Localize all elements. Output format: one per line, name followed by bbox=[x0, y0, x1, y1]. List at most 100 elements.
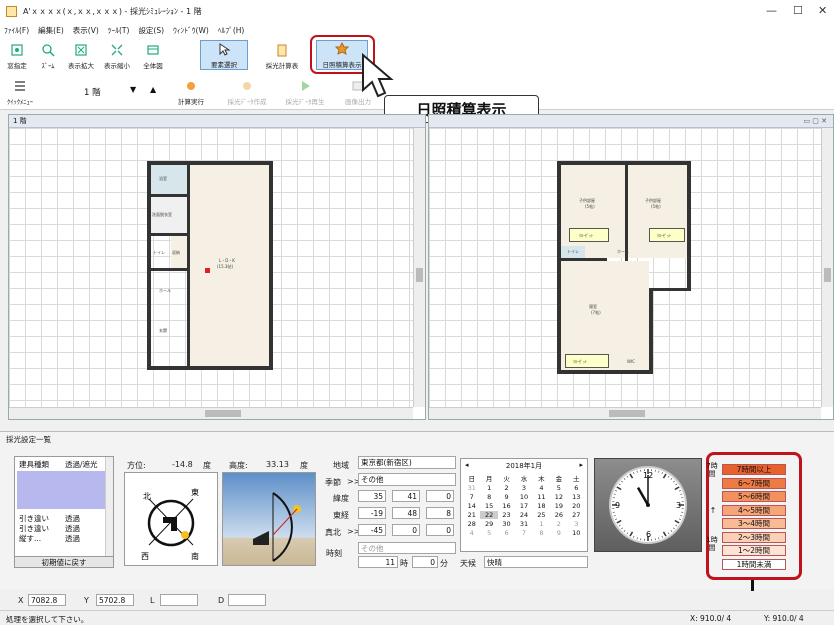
calendar[interactable]: 2018年1月 ◂ ▸ 日月火水木金土 31 1 2 3 4 5 6 7 8 9 10 11 12 13 14… bbox=[460, 458, 588, 552]
calendar-day[interactable]: 28 bbox=[463, 520, 480, 528]
left-horizontal-scrollbar[interactable] bbox=[9, 407, 413, 419]
calendar-day[interactable]: 9 bbox=[550, 529, 567, 537]
selected-rows[interactable] bbox=[17, 471, 105, 509]
right-plan-canvas[interactable]: 子供部屋 (5帖) 子供部屋 (5帖) ｸﾛｰｾﾞｯﾄ ｸﾛｰｾﾞｯﾄ トイレ … bbox=[429, 128, 821, 407]
menu-window[interactable]: ｳｨﾝﾄﾞｳ(W) bbox=[173, 25, 209, 36]
season-select[interactable]: その他 bbox=[358, 473, 456, 486]
calendar-day[interactable]: 21 bbox=[463, 511, 480, 519]
calendar-day[interactable]: 11 bbox=[533, 493, 550, 501]
calculate-button[interactable]: 計算実行 bbox=[174, 78, 208, 106]
calendar-day[interactable]: 31 bbox=[515, 520, 532, 528]
calendar-day[interactable]: 18 bbox=[533, 502, 550, 510]
left-vertical-scrollbar[interactable] bbox=[413, 128, 425, 407]
right-floor-view[interactable]: ▭ ▢ ✕ 子供部屋 (5帖) 子供部屋 (5帖) ｸﾛｰｾﾞｯﾄ ｸﾛｰｾﾞｯ… bbox=[428, 114, 834, 420]
time-minute[interactable]: 0 bbox=[412, 556, 438, 568]
reset-button[interactable]: 初期値に戻す bbox=[14, 556, 114, 568]
calendar-day[interactable]: 7 bbox=[463, 493, 480, 501]
longitude-min[interactable]: 48 bbox=[392, 507, 420, 519]
calendar-day[interactable]: 22 bbox=[480, 511, 498, 519]
calendar-day[interactable]: 23 bbox=[498, 511, 515, 519]
calendar-day[interactable]: 14 bbox=[463, 502, 480, 510]
calendar-day[interactable]: 30 bbox=[498, 520, 515, 528]
window-select-button[interactable]: 窓指定 bbox=[4, 42, 30, 70]
calendar-day[interactable]: 10 bbox=[515, 493, 532, 501]
menu-tools[interactable]: ﾂｰﾙ(T) bbox=[108, 25, 130, 36]
menu-settings[interactable]: 設定(S) bbox=[138, 25, 164, 36]
calendar-day[interactable]: 13 bbox=[568, 493, 585, 501]
zoom-in-button[interactable]: 表示拡大 bbox=[64, 42, 98, 70]
calendar-day[interactable]: 31 bbox=[463, 484, 480, 492]
table-cell[interactable]: 透過 bbox=[65, 533, 80, 544]
calendar-day[interactable]: 1 bbox=[533, 520, 550, 528]
y-coord-field[interactable]: 5702.8 bbox=[96, 594, 134, 606]
calendar-day[interactable]: 19 bbox=[550, 502, 567, 510]
calendar-day[interactable]: 4 bbox=[463, 529, 480, 537]
region-select[interactable]: 東京都(新宿区) bbox=[358, 456, 456, 469]
pane-window-controls[interactable]: ▭ ▢ ✕ bbox=[803, 117, 827, 125]
x-coord-field[interactable]: 7082.8 bbox=[28, 594, 66, 606]
calendar-day[interactable]: 2 bbox=[550, 520, 567, 528]
menu-help[interactable]: ﾍﾙﾌﾟ(H) bbox=[218, 25, 245, 36]
latitude-sec[interactable]: 0 bbox=[426, 490, 454, 502]
length-field[interactable] bbox=[160, 594, 198, 606]
calendar-day[interactable]: 5 bbox=[480, 529, 497, 537]
calendar-day[interactable]: 8 bbox=[480, 493, 497, 501]
north-min[interactable]: 0 bbox=[392, 524, 420, 536]
floor-up-button[interactable]: ▲ bbox=[150, 85, 156, 94]
calendar-day[interactable]: 3 bbox=[568, 520, 585, 528]
menu-file[interactable]: ﾌｧｲﾙ(F) bbox=[4, 25, 29, 36]
maximize-button[interactable]: ☐ bbox=[793, 4, 803, 17]
north-deg[interactable]: -45 bbox=[358, 524, 386, 536]
daylight-table-button[interactable]: 採光計算表 bbox=[260, 42, 304, 70]
calendar-day[interactable]: 4 bbox=[533, 484, 550, 492]
calendar-day[interactable]: 9 bbox=[498, 493, 515, 501]
weather-select[interactable]: 快晴 bbox=[484, 556, 588, 568]
fitting-table[interactable]: 建具種類 透過/遮光 引き違い 透過 引き違い 透過 縦す... 透過 bbox=[14, 456, 114, 566]
menu-view[interactable]: 表示(V) bbox=[73, 25, 99, 36]
left-plan-canvas[interactable]: 浴室 洗面脱衣室 トイレ 収納 ホール 玄関 L・D・K (15.3帖) bbox=[9, 128, 413, 407]
calendar-day[interactable]: 27 bbox=[568, 511, 585, 519]
longitude-deg[interactable]: -19 bbox=[358, 507, 386, 519]
calendar-day[interactable]: 6 bbox=[498, 529, 515, 537]
calendar-day[interactable]: 8 bbox=[533, 529, 550, 537]
create-data-button[interactable]: 採光ﾃﾞｰﾀ作成 bbox=[222, 78, 272, 106]
calendar-day[interactable]: 26 bbox=[550, 511, 567, 519]
time-select[interactable]: その他 bbox=[358, 542, 456, 554]
calendar-day[interactable]: 10 bbox=[568, 529, 585, 537]
north-sec[interactable]: 0 bbox=[426, 524, 454, 536]
calendar-day[interactable]: 17 bbox=[515, 502, 532, 510]
table-scrollbar[interactable] bbox=[105, 457, 113, 565]
calendar-day[interactable]: 12 bbox=[550, 493, 567, 501]
right-vertical-scrollbar[interactable] bbox=[821, 128, 833, 407]
quick-menu-button[interactable]: ｸｲｯｸﾒﾆｭｰ bbox=[4, 78, 36, 106]
distance-field[interactable] bbox=[228, 594, 266, 606]
latitude-deg[interactable]: 35 bbox=[358, 490, 386, 502]
menu-edit[interactable]: 編集(E) bbox=[38, 25, 64, 36]
time-hour[interactable]: 11 bbox=[358, 556, 398, 568]
calendar-day[interactable]: 25 bbox=[533, 511, 550, 519]
close-button[interactable]: ✕ bbox=[818, 4, 827, 17]
calendar-prev-icon[interactable]: ◂ bbox=[465, 461, 469, 469]
calendar-day[interactable]: 2 bbox=[498, 484, 515, 492]
play-data-button[interactable]: 採光ﾃﾞｰﾀ再生 bbox=[280, 78, 330, 106]
floor-down-button[interactable]: ▼ bbox=[130, 85, 136, 94]
calendar-day[interactable]: 6 bbox=[568, 484, 585, 492]
calendar-day[interactable]: 16 bbox=[498, 502, 515, 510]
longitude-sec[interactable]: 8 bbox=[426, 507, 454, 519]
minimize-button[interactable]: — bbox=[766, 4, 777, 17]
table-row[interactable]: 縦す... bbox=[19, 533, 41, 544]
zoom-out-button[interactable]: 表示縮小 bbox=[100, 42, 134, 70]
calendar-day[interactable]: 3 bbox=[515, 484, 532, 492]
calendar-day[interactable]: 24 bbox=[515, 511, 532, 519]
calendar-day[interactable]: 15 bbox=[480, 502, 497, 510]
calendar-day[interactable]: 29 bbox=[480, 520, 497, 528]
zoom-button[interactable]: ｽﾞｰﾑ bbox=[34, 42, 62, 70]
calendar-day[interactable]: 20 bbox=[568, 502, 585, 510]
calendar-next-icon[interactable]: ▸ bbox=[579, 461, 583, 469]
calendar-day[interactable]: 1 bbox=[480, 484, 497, 492]
overview-button[interactable]: 全体図 bbox=[138, 42, 168, 70]
right-horizontal-scrollbar[interactable] bbox=[429, 407, 821, 419]
calendar-day[interactable]: 7 bbox=[515, 529, 532, 537]
latitude-min[interactable]: 41 bbox=[392, 490, 420, 502]
left-floor-view[interactable]: 1 階 浴室 洗面脱衣室 トイレ 収納 ホール 玄関 L・D・K (15.3帖) bbox=[8, 114, 426, 420]
